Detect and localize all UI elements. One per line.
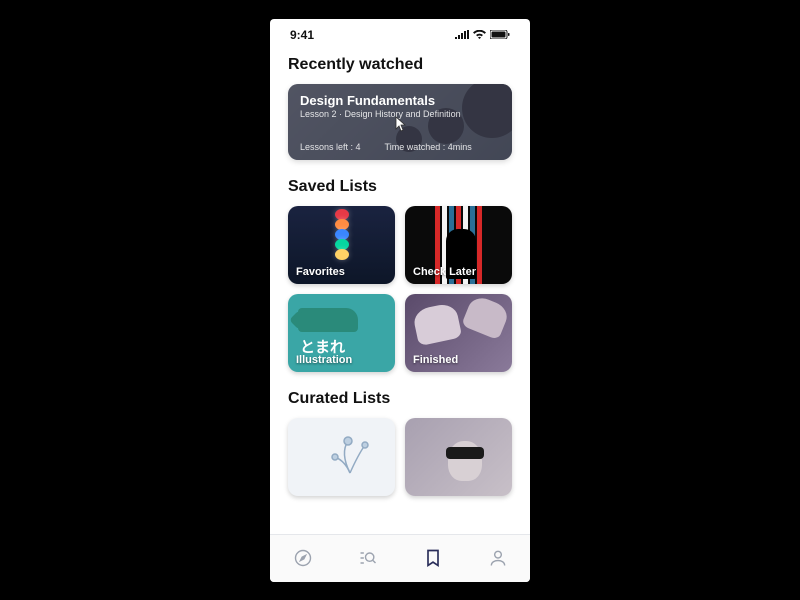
curated-list-tile-2[interactable]	[405, 418, 512, 496]
signal-icon	[455, 30, 469, 39]
tab-bar	[270, 534, 530, 582]
lessons-left-label: Lessons left : 4	[300, 142, 361, 152]
saved-list-tile-checklater[interactable]: Check Later	[405, 206, 512, 284]
tab-bookmarks[interactable]	[411, 548, 455, 568]
recently-watched-card[interactable]: Design Fundamentals Lesson 2 · Design Hi…	[288, 84, 512, 160]
hero-title: Design Fundamentals	[300, 93, 500, 108]
cursor-icon	[393, 116, 407, 134]
saved-list-tile-finished[interactable]: Finished	[405, 294, 512, 372]
tab-profile[interactable]	[476, 548, 520, 568]
tile-label: Favorites	[296, 266, 345, 278]
curated-list-tile-1[interactable]	[288, 418, 395, 496]
tile-label: Finished	[413, 354, 458, 366]
time-watched-label: Time watched : 4mins	[385, 142, 472, 152]
person-icon	[488, 548, 508, 568]
status-bar: 9:41	[270, 19, 530, 46]
battery-icon	[490, 30, 510, 39]
recently-watched-title: Recently watched	[288, 56, 512, 74]
tab-explore[interactable]	[281, 548, 325, 568]
saved-lists-grid: Favorites Check Later とまれ Illustr	[288, 206, 512, 372]
tile-label: Check Later	[413, 266, 476, 278]
status-indicators	[455, 28, 510, 42]
compass-icon	[293, 548, 313, 568]
status-time: 9:41	[290, 28, 314, 42]
saved-list-tile-illustration[interactable]: とまれ Illustration	[288, 294, 395, 372]
hero-footer: Lessons left : 4 Time watched : 4mins	[300, 142, 500, 152]
bookmark-icon	[423, 548, 443, 568]
lanterns-artwork	[330, 210, 354, 260]
floral-artwork	[320, 433, 380, 488]
vr-person-artwork	[437, 433, 492, 488]
phone-frame: 9:41 Recently watched Design Fundamental…	[270, 19, 530, 582]
tile-label: Illustration	[296, 354, 352, 366]
curated-lists-grid	[288, 418, 512, 496]
curated-lists-title: Curated Lists	[288, 390, 512, 408]
saved-list-tile-favorites[interactable]: Favorites	[288, 206, 395, 284]
search-list-icon	[358, 548, 378, 568]
crocodile-artwork	[298, 308, 358, 332]
main-content[interactable]: Recently watched Design Fundamentals Les…	[270, 46, 530, 534]
tab-search[interactable]	[346, 548, 390, 568]
saved-lists-title: Saved Lists	[288, 178, 512, 196]
wifi-icon	[473, 30, 486, 39]
